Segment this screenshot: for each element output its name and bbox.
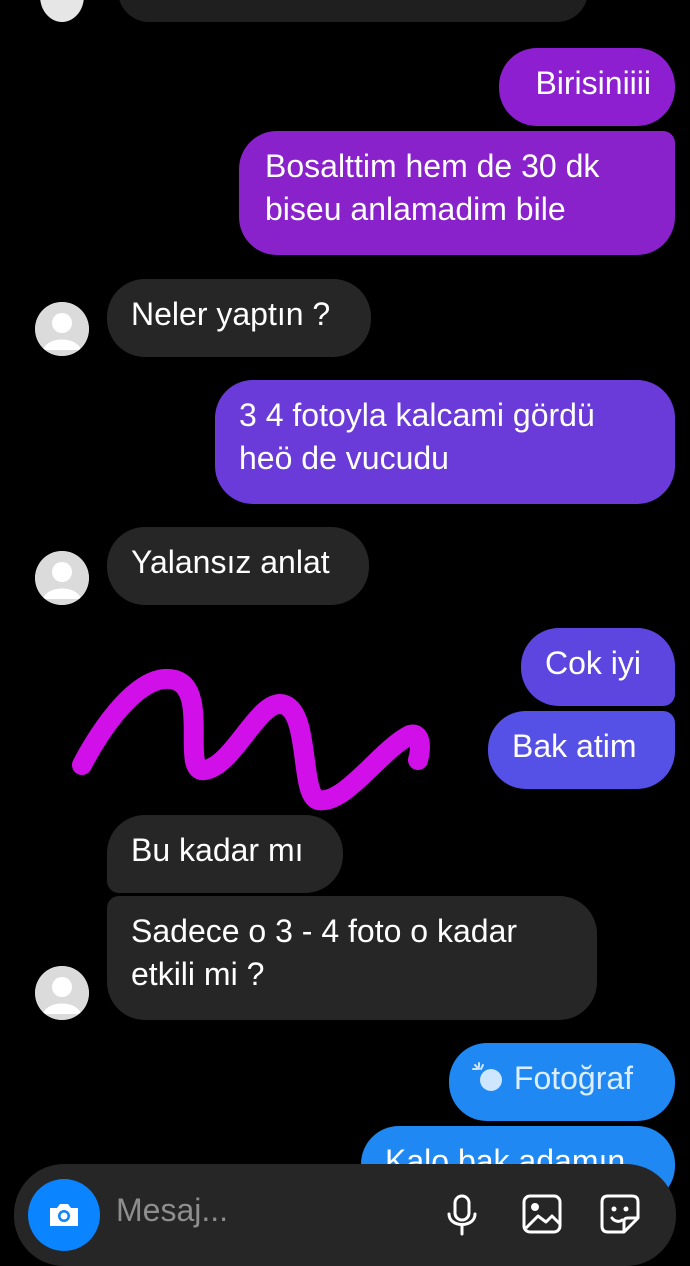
message-text-line: heö de vucudu — [239, 440, 449, 476]
message-text: Fotoğraf — [513, 1060, 634, 1096]
default-avatar-icon — [35, 302, 89, 356]
outgoing-message[interactable]: 3 4 fotoyla kalcami gördü heö de vucudu — [215, 380, 675, 504]
message-bubble-cut-off — [118, 0, 588, 22]
outgoing-message[interactable]: Birisiniiii — [499, 48, 675, 126]
avatar[interactable] — [35, 966, 89, 1020]
message-text-line: Sadece o 3 - 4 foto o kadar — [131, 913, 518, 949]
outgoing-message[interactable]: Cok iyi — [521, 628, 675, 706]
message-composer: Mesaj... — [14, 1164, 676, 1266]
avatar[interactable] — [35, 551, 89, 605]
default-avatar-icon — [35, 551, 89, 605]
message-text-line: Bosalttim hem de 30 dk — [265, 148, 600, 184]
outgoing-message[interactable]: Bak atim — [488, 711, 675, 789]
avatar[interactable] — [40, 0, 84, 22]
camera-button[interactable] — [28, 1179, 100, 1251]
avatar[interactable] — [35, 302, 89, 356]
incoming-message[interactable]: Yalansız anlat — [107, 527, 369, 605]
message-text: Neler yaptın ? — [131, 296, 331, 332]
message-text: Birisiniiii — [535, 65, 651, 101]
microphone-icon[interactable] — [436, 1188, 488, 1240]
default-avatar-icon — [35, 966, 89, 1020]
incoming-message[interactable]: Sadece o 3 - 4 foto o kadar etkili mi ? — [107, 896, 597, 1020]
photo-sparkle-icon — [471, 1061, 505, 1093]
message-text: Bak atim — [512, 728, 637, 764]
outgoing-photo-message[interactable]: Fotoğraf — [449, 1043, 675, 1121]
message-text-line: biseu anlamadim bile — [265, 191, 566, 227]
message-text-line: etkili mi ? — [131, 956, 265, 992]
incoming-message[interactable]: Bu kadar mı — [107, 815, 343, 893]
outgoing-message[interactable]: Bosalttim hem de 30 dk biseu anlamadim b… — [239, 131, 675, 255]
message-text: Bu kadar mı — [131, 832, 304, 868]
incoming-message[interactable]: Neler yaptın ? — [107, 279, 371, 357]
sticker-icon[interactable] — [594, 1188, 646, 1240]
camera-icon — [50, 1204, 78, 1226]
gallery-icon[interactable] — [516, 1188, 568, 1240]
message-input[interactable]: Mesaj... — [116, 1192, 228, 1229]
message-text: Yalansız anlat — [131, 544, 330, 580]
scribble-drawing — [72, 668, 430, 811]
message-text: Cok iyi — [545, 645, 642, 681]
message-text-line: 3 4 fotoyla kalcami gördü — [239, 397, 595, 433]
